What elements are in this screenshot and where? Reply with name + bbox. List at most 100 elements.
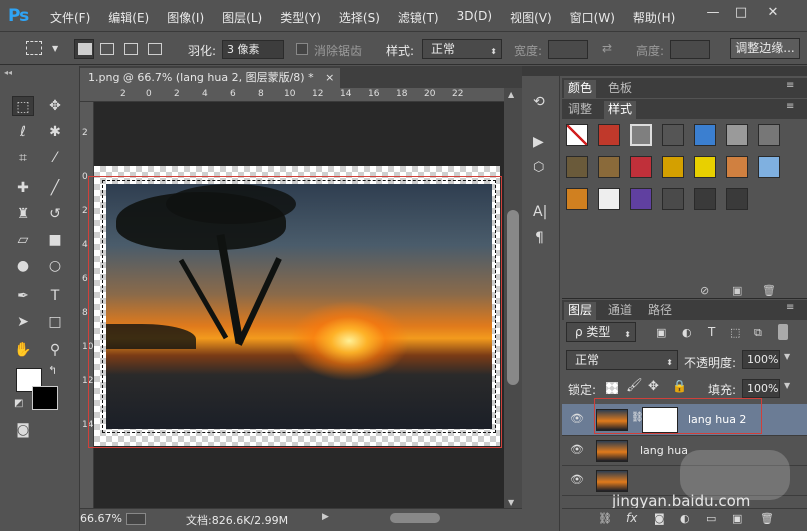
style-select[interactable]: 正常 ⬍ <box>422 39 502 59</box>
healing-brush-tool[interactable]: ✚ <box>12 178 34 198</box>
tab-layers[interactable]: 图层 <box>564 302 597 320</box>
status-menu-arrow-icon[interactable]: ▶ <box>322 512 329 522</box>
layer-name[interactable]: lang hua <box>640 444 688 457</box>
fx-icon[interactable]: fx <box>626 511 637 525</box>
collapse-arrows-icon[interactable]: ◂◂ <box>4 68 12 77</box>
scroll-down-icon[interactable]: ▼ <box>508 498 514 507</box>
style-swatch[interactable] <box>598 156 620 178</box>
style-swatch[interactable] <box>662 188 684 210</box>
tab-adjustments[interactable]: 调整 <box>564 101 596 119</box>
path-selection-tool[interactable]: ➤ <box>12 312 34 332</box>
clone-stamp-tool[interactable]: ♜ <box>12 204 34 224</box>
visibility-eye-icon[interactable]: 👁 <box>570 473 584 486</box>
style-swatch[interactable] <box>758 124 780 146</box>
subtract-selection-icon[interactable] <box>124 43 138 55</box>
hand-tool[interactable]: ✋ <box>12 340 34 360</box>
swap-icon[interactable]: ⇄ <box>602 41 612 55</box>
filter-smart-icon[interactable]: ⧉ <box>754 326 762 340</box>
layer-filter-select[interactable]: ρ 类型 ⬍ <box>566 322 636 342</box>
filter-pixel-icon[interactable]: ▣ <box>656 326 666 339</box>
menu-layer[interactable]: 图层(L) <box>222 9 262 26</box>
marquee-tool-icon[interactable] <box>26 41 42 55</box>
lock-transparent-icon[interactable] <box>606 382 618 394</box>
filter-type-icon[interactable]: T <box>708 325 715 339</box>
add-selection-icon[interactable] <box>100 43 114 55</box>
filter-toggle[interactable] <box>778 324 788 340</box>
horizontal-scrollbar-thumb[interactable] <box>390 513 440 523</box>
trash-icon[interactable]: 🗑 <box>760 512 774 525</box>
character-icon[interactable]: A| <box>533 204 547 220</box>
tab-styles[interactable]: 样式 <box>604 101 637 119</box>
rectangle-tool[interactable]: □ <box>44 312 66 332</box>
style-swatch[interactable] <box>758 156 780 178</box>
opacity-dropdown-icon[interactable]: ▼ <box>784 352 790 361</box>
paragraph-icon[interactable]: ¶ <box>535 230 544 246</box>
delete-style-icon[interactable]: 🗑 <box>762 284 776 297</box>
refine-edge-button[interactable]: 调整边缘... <box>730 38 800 59</box>
dodge-tool[interactable]: ○ <box>44 256 66 276</box>
menu-image[interactable]: 图像(I) <box>167 9 204 26</box>
new-layer-icon[interactable]: ▣ <box>732 512 742 525</box>
style-swatch[interactable] <box>630 156 652 178</box>
style-swatch[interactable] <box>630 188 652 210</box>
tab-paths[interactable]: 路径 <box>644 302 676 320</box>
eraser-tool[interactable]: ▱ <box>12 230 34 250</box>
style-swatch[interactable] <box>726 188 748 210</box>
menu-select[interactable]: 选择(S) <box>339 9 380 26</box>
height-input[interactable] <box>670 40 710 59</box>
menu-file[interactable]: 文件(F) <box>50 9 90 26</box>
swap-colors-icon[interactable]: ↰ <box>48 364 57 377</box>
menu-help[interactable]: 帮助(H) <box>633 9 675 26</box>
clear-style-icon[interactable]: ⊘ <box>700 284 709 297</box>
visibility-eye-icon[interactable]: 👁 <box>570 412 584 425</box>
panel-menu-icon[interactable]: ≡ <box>786 302 794 313</box>
mask-icon[interactable]: ◙ <box>654 512 665 525</box>
menu-view[interactable]: 视图(V) <box>510 9 552 26</box>
menu-3d[interactable]: 3D(D) <box>457 9 492 26</box>
tab-swatches[interactable]: 色板 <box>604 80 636 98</box>
style-swatch[interactable] <box>694 124 716 146</box>
feather-input[interactable]: 3 像素 <box>222 40 284 59</box>
blur-tool[interactable]: ● <box>12 256 34 276</box>
rect-marquee-tool[interactable]: ⬚ <box>12 96 34 116</box>
style-swatch[interactable] <box>598 124 620 146</box>
antialias-checkbox[interactable] <box>296 43 308 55</box>
menu-window[interactable]: 窗口(W) <box>570 9 615 26</box>
history-icon[interactable]: ⟲ <box>533 94 545 110</box>
folder-icon[interactable]: ▭ <box>706 512 716 525</box>
style-swatch[interactable] <box>726 124 748 146</box>
visibility-eye-icon[interactable]: 👁 <box>570 443 584 456</box>
magic-wand-tool[interactable]: ✱ <box>44 122 66 142</box>
actions-play-icon[interactable]: ▶ <box>533 134 544 150</box>
history-brush-tool[interactable]: ↺ <box>44 204 66 224</box>
style-swatch[interactable] <box>694 156 716 178</box>
style-swatch[interactable] <box>662 124 684 146</box>
3d-icon[interactable]: ⬡ <box>533 160 544 175</box>
status-info-icon[interactable] <box>126 513 146 525</box>
default-colors-icon[interactable]: ◩ <box>14 398 23 409</box>
tab-channels[interactable]: 通道 <box>604 302 636 320</box>
style-swatch-none[interactable] <box>566 124 588 146</box>
link-icon[interactable]: ⛓ <box>598 512 612 525</box>
blend-mode-select[interactable]: 正常 ⬍ <box>566 350 678 370</box>
filter-adjustment-icon[interactable]: ◐ <box>682 326 692 339</box>
tab-color[interactable]: 颜色 <box>564 80 597 98</box>
maximize-button[interactable]: □ <box>730 4 752 22</box>
lasso-tool[interactable]: ℓ <box>12 122 34 142</box>
scroll-up-icon[interactable]: ▲ <box>508 90 514 99</box>
menu-edit[interactable]: 编辑(E) <box>108 9 149 26</box>
style-swatch[interactable] <box>566 188 588 210</box>
chevron-down-icon[interactable]: ▼ <box>52 44 58 53</box>
move-tool[interactable]: ✥ <box>44 96 66 116</box>
zoom-level[interactable]: 66.67% <box>80 512 122 525</box>
opacity-input[interactable]: 100% <box>742 350 780 369</box>
panel-menu-icon[interactable]: ≡ <box>786 80 794 91</box>
new-style-icon[interactable]: ▣ <box>732 284 742 297</box>
intersect-selection-icon[interactable] <box>148 43 162 55</box>
lock-paint-icon[interactable]: 🖌 <box>626 378 643 393</box>
style-swatch[interactable] <box>566 156 588 178</box>
pen-tool[interactable]: ✒ <box>12 286 34 306</box>
fill-input[interactable]: 100% <box>742 379 780 398</box>
gradient-tool[interactable]: ■ <box>44 230 66 250</box>
style-swatch[interactable] <box>598 188 620 210</box>
